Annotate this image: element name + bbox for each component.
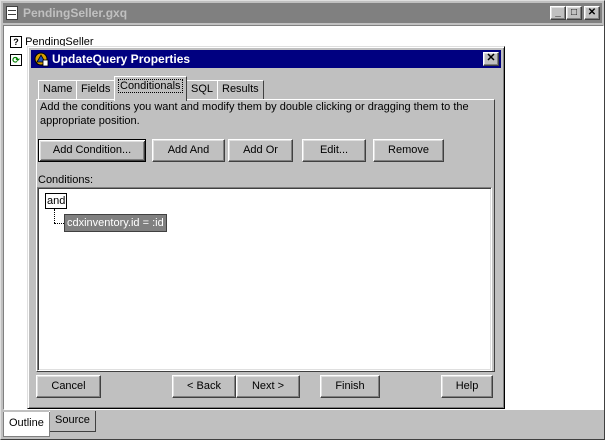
- document-title-bar[interactable]: PendingSeller.gxq _ □ ✕: [3, 3, 602, 23]
- tab-label: Results: [222, 83, 259, 95]
- document-icon: [6, 6, 18, 20]
- tab-outline[interactable]: Outline: [3, 412, 50, 437]
- update-icon: ⟳: [10, 54, 22, 67]
- dialog-title-bar[interactable]: UpdateQuery Properties ✕: [31, 50, 501, 68]
- add-and-button[interactable]: Add And: [152, 139, 225, 162]
- minimize-button[interactable]: _: [550, 6, 566, 20]
- tab-conditionals[interactable]: Conditionals: [114, 76, 187, 101]
- tab-label: Fields: [81, 83, 111, 95]
- tree-connector: [54, 209, 55, 223]
- query-icon: ?: [10, 36, 22, 49]
- tab-results[interactable]: Results: [217, 80, 264, 100]
- tab-source[interactable]: Source: [49, 411, 96, 432]
- help-button[interactable]: Help: [441, 375, 493, 398]
- tree-connector: [54, 223, 64, 224]
- tab-label: SQL: [191, 83, 214, 95]
- tab-name[interactable]: Name: [38, 80, 78, 100]
- instructions-text: Add the conditions you want and modify t…: [40, 101, 469, 127]
- close-document-button[interactable]: ✕: [584, 6, 600, 20]
- condition-node[interactable]: cdxinventory.id = :id: [64, 214, 167, 232]
- add-or-button[interactable]: Add Or: [228, 139, 293, 162]
- tab-label: Conditionals: [118, 79, 183, 93]
- remove-button[interactable]: Remove: [373, 139, 444, 162]
- document-title: PendingSeller.gxq: [23, 6, 128, 20]
- cancel-button[interactable]: Cancel: [36, 375, 101, 398]
- conditions-tree[interactable]: and cdxinventory.id = :id: [37, 187, 492, 371]
- tree-item-update[interactable]: ⟳: [10, 54, 22, 68]
- tab-fields[interactable]: Fields: [76, 80, 116, 100]
- conditions-label: Conditions:: [38, 174, 94, 186]
- finish-button[interactable]: Finish: [320, 375, 380, 398]
- tab-sql[interactable]: SQL: [186, 80, 219, 100]
- dialog-app-icon: [34, 52, 49, 67]
- next-button[interactable]: Next >: [236, 375, 300, 398]
- add-condition-button[interactable]: Add Condition...: [38, 139, 146, 162]
- tab-label: Name: [43, 83, 73, 95]
- edit-button[interactable]: Edit...: [302, 139, 366, 162]
- condition-node-and[interactable]: and: [45, 193, 68, 209]
- maximize-icon-button[interactable]: □: [566, 6, 582, 20]
- back-button[interactable]: < Back: [172, 375, 236, 398]
- dialog-title: UpdateQuery Properties: [52, 52, 191, 66]
- close-dialog-button[interactable]: ✕: [483, 52, 499, 66]
